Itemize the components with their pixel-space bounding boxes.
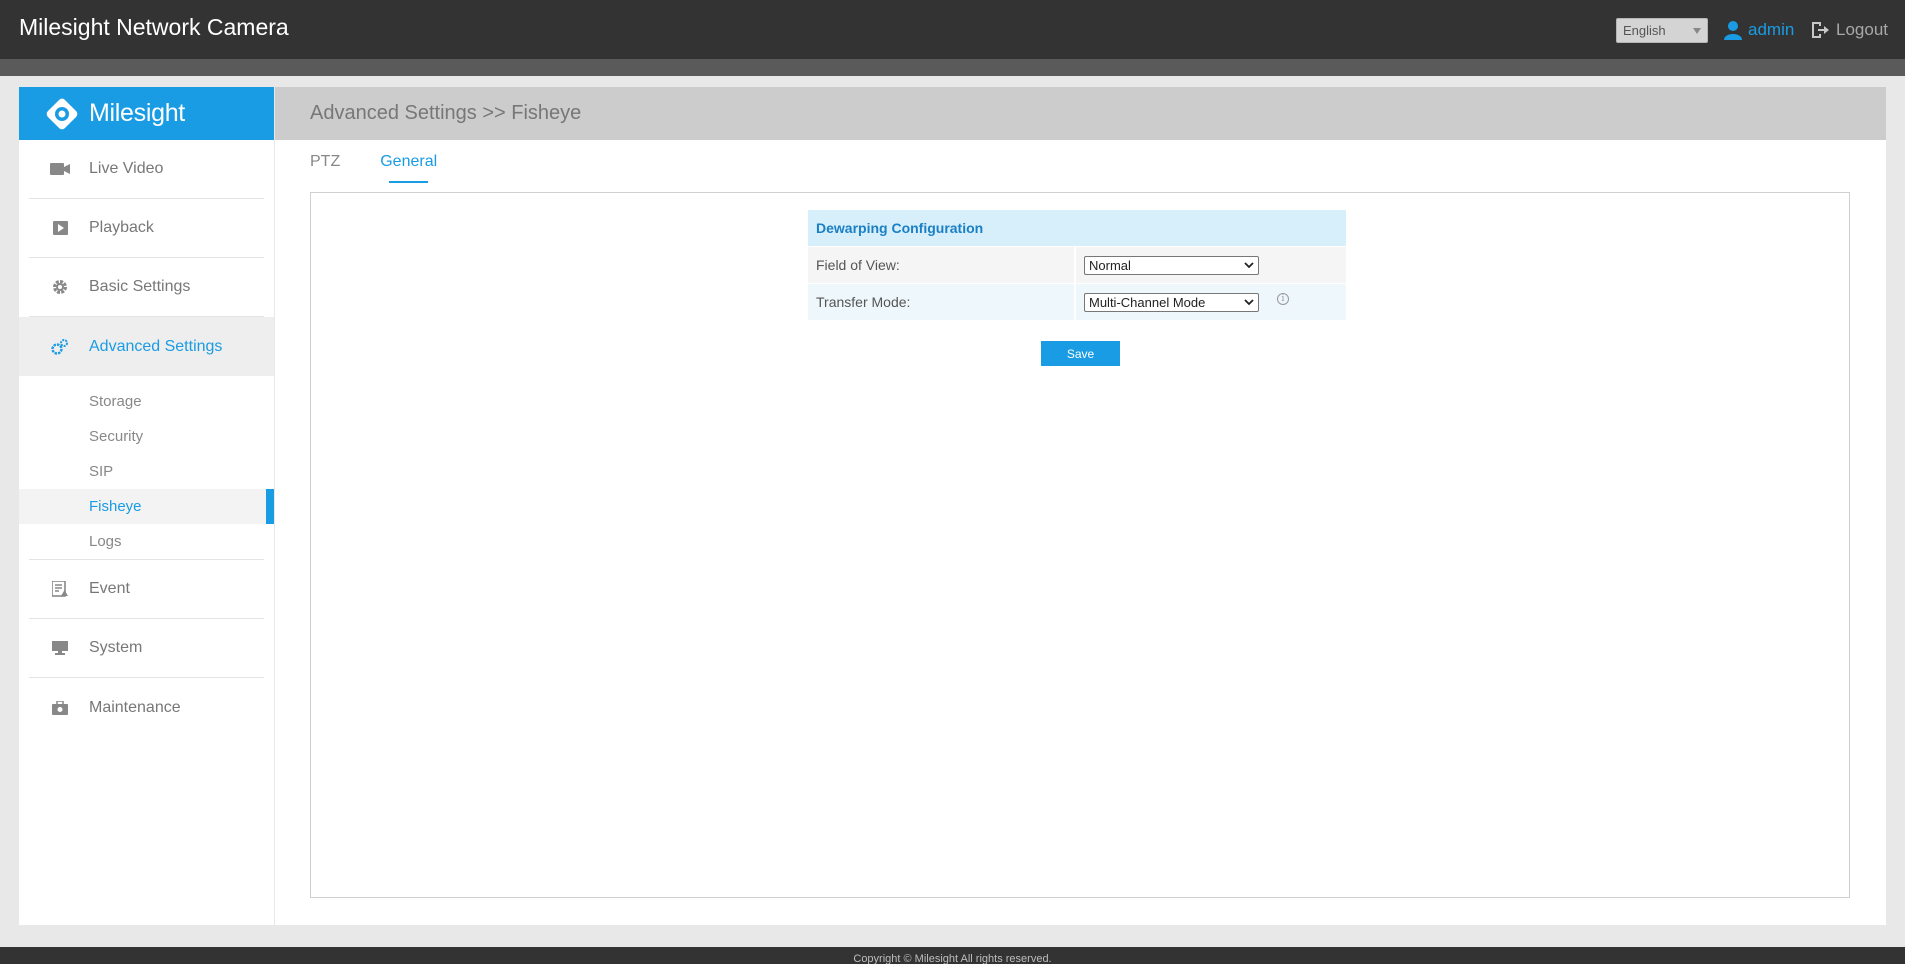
- milesight-logo-icon: [46, 98, 78, 129]
- transfer-mode-row: Transfer Mode: Multi-Channel Mode i: [808, 284, 1346, 320]
- event-icon: [49, 581, 71, 597]
- top-bar-strip: [0, 59, 1905, 76]
- gear-icon: [49, 279, 71, 295]
- logout-button[interactable]: Logout: [1810, 17, 1888, 43]
- field-label: Field of View:: [808, 247, 1076, 283]
- monitor-icon: [49, 641, 71, 655]
- sidebar-item-label: Live Video: [89, 160, 164, 177]
- breadcrumb: Advanced Settings >> Fisheye: [275, 87, 1886, 140]
- sidebar-item-label: System: [89, 639, 143, 656]
- video-camera-icon: [49, 163, 71, 175]
- logout-label: Logout: [1836, 20, 1888, 39]
- sidebar-subitem-security[interactable]: Security: [19, 419, 274, 454]
- field-of-view-row: Field of View: Normal: [808, 247, 1346, 283]
- field-of-view-select[interactable]: Normal: [1084, 255, 1259, 275]
- sidebar-item-basic-settings[interactable]: Basic Settings: [29, 258, 264, 317]
- sidebar-subitem-sip[interactable]: SIP: [19, 454, 274, 489]
- sidebar-item-label: Playback: [89, 219, 154, 236]
- sidebar-item-live-video[interactable]: Live Video: [29, 140, 264, 199]
- toolbox-icon: [49, 700, 71, 715]
- logout-icon: [1812, 22, 1829, 38]
- field-label: Transfer Mode:: [808, 284, 1076, 320]
- sidebar-item-playback[interactable]: Playback: [29, 199, 264, 258]
- sidebar-item-event[interactable]: Event: [29, 560, 264, 619]
- sidebar-item-label: Maintenance: [89, 698, 181, 716]
- playback-icon: [49, 221, 71, 235]
- gears-icon: [49, 338, 71, 355]
- language-select[interactable]: English: [1616, 18, 1708, 43]
- tab-general[interactable]: General: [380, 153, 437, 183]
- select-value: Normal: [1089, 257, 1131, 273]
- sidebar: Milesight Live Video Playback Basic Sett…: [19, 87, 274, 925]
- copyright-text: Copyright © Milesight All rights reserve…: [853, 952, 1052, 964]
- sidebar-item-label: Basic Settings: [89, 278, 191, 295]
- save-button[interactable]: Save: [1041, 341, 1120, 366]
- select-value: Multi-Channel Mode: [1089, 294, 1206, 310]
- chevron-down-icon: [1244, 261, 1254, 268]
- user-icon: [1724, 21, 1742, 40]
- sidebar-subitem-fisheye[interactable]: Fisheye: [19, 489, 274, 524]
- top-bar: Milesight Network Camera English admin L…: [0, 0, 1905, 59]
- brand-logo: Milesight: [19, 87, 274, 140]
- sidebar-subitem-storage[interactable]: Storage: [19, 384, 274, 419]
- settings-panel: Dewarping Configuration Field of View: N…: [310, 192, 1850, 898]
- dewarping-config-table: Dewarping Configuration Field of View: N…: [808, 210, 1346, 320]
- chevron-down-icon: [1244, 298, 1254, 305]
- tab-ptz[interactable]: PTZ: [310, 153, 340, 183]
- tab-bar: PTZ General: [310, 153, 437, 183]
- sidebar-item-label: Advanced Settings: [89, 337, 223, 355]
- sidebar-item-label: Event: [89, 580, 130, 597]
- dropdown-caret-icon: [1693, 28, 1701, 34]
- transfer-mode-select[interactable]: Multi-Channel Mode: [1084, 292, 1259, 312]
- sidebar-subitem-logs[interactable]: Logs: [19, 524, 274, 559]
- language-value: English: [1623, 23, 1666, 38]
- sidebar-item-system[interactable]: System: [29, 619, 264, 678]
- username: admin: [1748, 20, 1795, 39]
- app-title: Milesight Network Camera: [19, 14, 289, 40]
- footer: Copyright © Milesight All rights reserve…: [0, 947, 1905, 964]
- advanced-settings-submenu: Storage Security SIP Fisheye Logs: [19, 376, 274, 560]
- user-account[interactable]: admin: [1724, 17, 1794, 43]
- config-title: Dewarping Configuration: [808, 210, 1346, 246]
- info-icon[interactable]: i: [1277, 293, 1289, 305]
- brand-name: Milesight: [89, 99, 185, 127]
- main-content: Advanced Settings >> Fisheye PTZ General…: [275, 87, 1886, 925]
- sidebar-item-advanced-settings[interactable]: Advanced Settings: [19, 317, 274, 376]
- sidebar-item-maintenance[interactable]: Maintenance: [29, 678, 264, 737]
